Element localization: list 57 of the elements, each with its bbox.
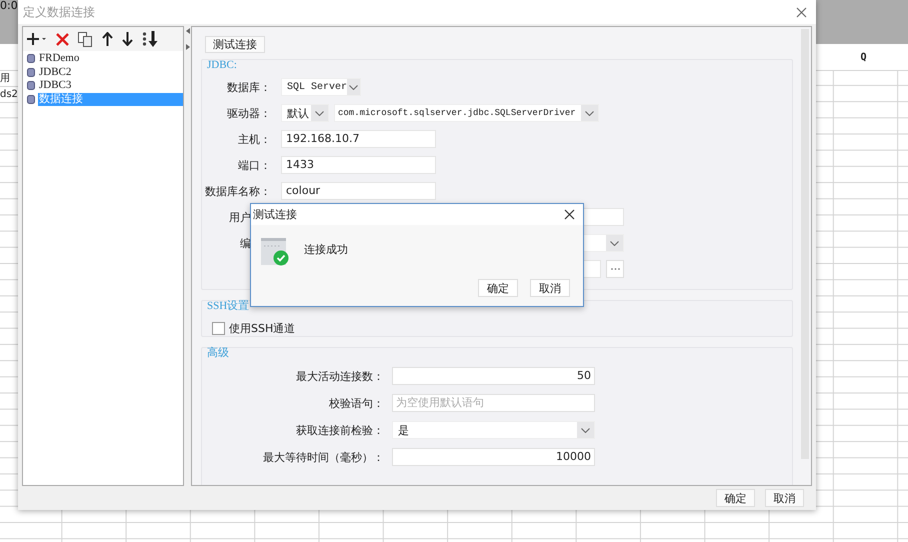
- connection-item[interactable]: JDBC2: [23, 66, 183, 79]
- chevron-icon: [581, 428, 590, 432]
- arrow-down-icon[interactable]: [122, 32, 133, 46]
- delete-icon[interactable]: [56, 32, 69, 46]
- arrow-up-icon[interactable]: [102, 32, 113, 46]
- driver-class-dropdown[interactable]: com.microsoft.sqlserver.jdbc.SQLServerDriver: [334, 104, 599, 122]
- close-icon[interactable]: [564, 209, 575, 220]
- chevron-icon: [315, 110, 324, 116]
- add-icon[interactable]: [27, 32, 47, 46]
- input-field[interactable]: 192.168.10.7: [281, 130, 436, 148]
- input-field[interactable]: 1433: [281, 156, 436, 174]
- field-label: 最大活动连接数：: [295, 368, 384, 384]
- success-icon: [261, 238, 289, 266]
- copy-icon[interactable]: [78, 32, 93, 46]
- field-label: 最大等待时间（毫秒）：: [262, 450, 384, 464]
- field-label: 用户: [228, 210, 251, 224]
- table-cell: ds2: [0, 87, 18, 103]
- field-label: 编: [239, 236, 251, 250]
- field-label: 主机：: [237, 132, 271, 146]
- field-label: 驱动器：: [226, 106, 271, 120]
- dialog-button[interactable]: 取消: [765, 489, 804, 507]
- group-title: 高级: [206, 347, 229, 360]
- chevron-icon: [349, 84, 358, 90]
- field-label: 端口：: [237, 158, 271, 172]
- driver-dropdown[interactable]: 默认: [281, 104, 329, 122]
- connection-name[interactable]: JDBC3: [38, 79, 72, 92]
- connection-item[interactable]: JDBC3: [23, 79, 183, 92]
- dropdown-field[interactable]: 是: [392, 421, 595, 439]
- connection-name[interactable]: FRDemo: [38, 52, 80, 66]
- chevron-icon: [610, 240, 619, 246]
- field-label: 校验语句：: [328, 396, 384, 410]
- database-dropdown[interactable]: SQL Server: [281, 78, 361, 96]
- input-field[interactable]: colour: [281, 182, 436, 200]
- input-field[interactable]: 50: [392, 367, 595, 385]
- dialog-title: 测试连接: [253, 207, 297, 222]
- chevron-icon: [585, 110, 594, 116]
- dialog-button[interactable]: 确定: [478, 279, 518, 297]
- dialog-button[interactable]: 取消: [530, 279, 570, 297]
- input-field[interactable]: 10000: [392, 448, 595, 466]
- field-label: 数据库名称：: [204, 184, 271, 198]
- sort-icon[interactable]: [142, 31, 160, 47]
- group-title: SSH设置: [206, 300, 250, 313]
- message-text: 连接成功: [304, 242, 348, 256]
- time-text: 0:0: [0, 0, 18, 12]
- connection-item[interactable]: FRDemo: [23, 52, 183, 66]
- table-cell: 用: [0, 71, 18, 87]
- connection-name[interactable]: JDBC2: [38, 66, 72, 79]
- checkbox[interactable]: [212, 322, 225, 335]
- field-label: 获取连接前检验：: [295, 422, 384, 438]
- dialog-button[interactable]: 确定: [716, 489, 755, 507]
- window-title: 定义数据连接: [23, 4, 95, 20]
- field-label: 数据库：: [226, 80, 271, 94]
- group-title: JDBC:: [206, 59, 237, 72]
- column-header: Q: [859, 52, 868, 62]
- close-icon[interactable]: [796, 6, 807, 18]
- checkbox-label: 使用SSH通道: [229, 321, 296, 336]
- test-connection-button[interactable]: 测试连接: [205, 36, 265, 53]
